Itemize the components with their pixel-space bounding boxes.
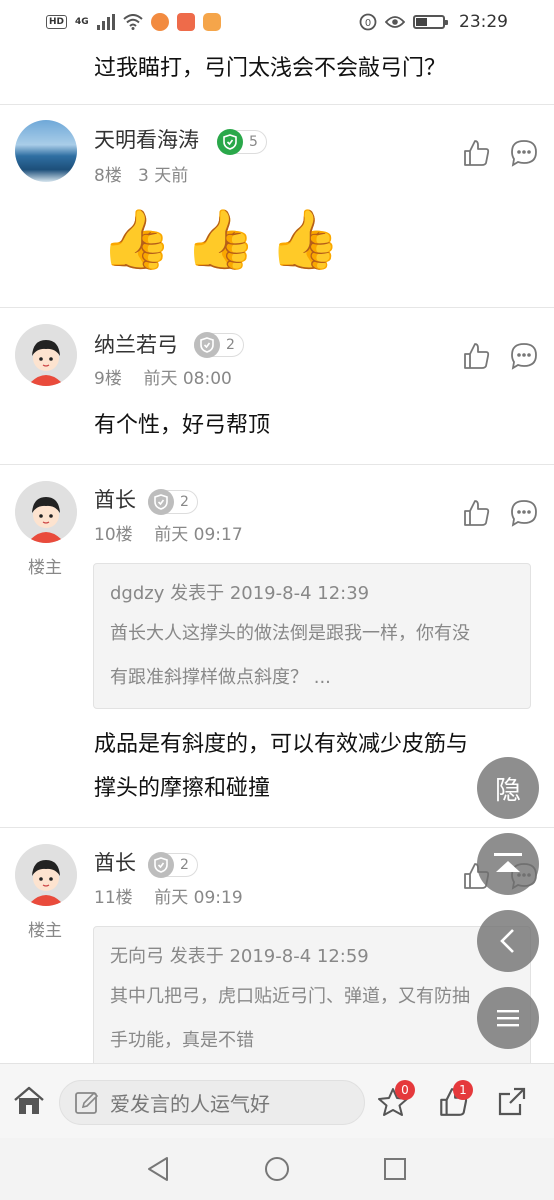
comment-placeholder: 爱发言的人运气好 — [110, 1092, 270, 1116]
avatar[interactable] — [15, 481, 77, 543]
home-icon[interactable] — [13, 1086, 45, 1116]
battery-icon — [413, 15, 448, 29]
thumbs-up-emoji: 👍 — [268, 205, 341, 273]
quote-line: 有跟准斜撑样做点斜度？ ... — [110, 667, 331, 688]
quote-line: 其中几把弓，虎口贴近弓门、弹道，又有防抽 — [110, 986, 470, 1007]
post-meta: 9楼 前天 08:00 — [94, 364, 232, 389]
op-tag: 楼主 — [28, 558, 62, 578]
menu-button[interactable] — [477, 987, 539, 1049]
floor-number: 11楼 — [94, 888, 133, 908]
username[interactable]: 酋长 — [94, 847, 136, 877]
network-type: 4G — [75, 17, 89, 27]
quote-header: dgdzy 发表于 2019-8-4 12:39 — [110, 583, 370, 604]
like-count-badge: 1 — [453, 1080, 473, 1100]
floor-number: 10楼 — [94, 525, 133, 545]
quote-line: 酋长大人这撑头的做法倒是跟我一样，你有没 — [110, 623, 470, 644]
reply-floor-10: 楼主 酋长 2 10楼 前天 09:17 dgdzy 发表于 2019-8-4 … — [0, 464, 554, 828]
comment-icon[interactable] — [509, 498, 539, 528]
data-saver-icon: 0 — [359, 13, 377, 31]
chevron-left-icon — [500, 929, 514, 953]
clock: 23:29 — [459, 12, 508, 32]
quoted-reply[interactable]: 无向弓 发表于 2019-8-4 12:59 其中几把弓，虎口贴近弓门、弹道，又… — [93, 926, 531, 1063]
floor-number: 9楼 — [94, 369, 122, 389]
emoji-content: 👍 👍 👍 — [100, 204, 341, 274]
floor-number: 8楼 — [94, 166, 122, 186]
cartoon-avatar-icon — [15, 844, 77, 906]
like-icon[interactable] — [461, 498, 491, 528]
previous-post-text: 过我瞄打，弓门太浅会不会敲弓门？ — [94, 56, 447, 81]
level-badge: 5 — [217, 129, 267, 155]
post-time: 前天 09:17 — [154, 525, 243, 545]
avatar[interactable] — [15, 844, 77, 906]
bottom-action-bar: 爱发言的人运气好 0 1 — [0, 1063, 554, 1138]
reply-floor-11: 楼主 酋长 2 11楼 前天 09:19 无向弓 发表于 2019-8-4 12… — [0, 827, 554, 1063]
system-navigation-bar — [0, 1138, 554, 1200]
comment-input[interactable]: 爱发言的人运气好 — [59, 1080, 365, 1125]
level-number: 2 — [180, 494, 189, 510]
edit-icon — [75, 1091, 99, 1114]
menu-icon — [497, 1010, 519, 1027]
quote-line: 手功能，真是不错 — [110, 1030, 254, 1051]
status-bar: HD 4G 0 23:29 — [0, 0, 554, 44]
hd-indicator: HD — [46, 15, 68, 29]
quote-header: 无向弓 发表于 2019-8-4 12:59 — [110, 946, 369, 967]
op-tag: 楼主 — [28, 921, 62, 941]
cartoon-avatar-icon — [15, 481, 77, 543]
post-meta: 10楼 前天 09:17 — [94, 520, 243, 545]
content-line: 撑头的摩擦和碰撞 — [94, 776, 271, 801]
share-icon[interactable] — [496, 1086, 528, 1118]
level-badge: 2 — [194, 332, 244, 358]
scroll-top-icon — [494, 853, 522, 872]
post-content: 成品是有斜度的，可以有效减少皮筋与 撑头的摩擦和碰撞 — [94, 726, 468, 808]
post-time: 前天 08:00 — [143, 369, 232, 389]
avatar[interactable] — [15, 120, 77, 182]
level-badge: 2 — [148, 852, 198, 878]
nav-back-icon[interactable] — [146, 1156, 170, 1182]
app-notification-icon — [150, 13, 169, 31]
back-button[interactable] — [477, 910, 539, 972]
reply-floor-8: 天明看海涛 5 8楼 3 天前 👍 👍 👍 — [0, 104, 554, 308]
favorite-count-badge: 0 — [395, 1080, 415, 1100]
post-time: 3 天前 — [138, 166, 189, 186]
status-left: HD 4G — [46, 13, 221, 31]
username[interactable]: 天明看海涛 — [94, 124, 199, 154]
level-number: 2 — [226, 337, 235, 353]
hide-button[interactable]: 隐 — [477, 757, 539, 819]
level-number: 5 — [249, 134, 258, 150]
shield-icon — [217, 129, 243, 155]
wifi-icon — [123, 14, 143, 30]
like-icon[interactable] — [461, 138, 491, 168]
username[interactable]: 酋长 — [94, 484, 136, 514]
thumbs-up-emoji: 👍 — [100, 205, 173, 273]
shield-icon — [148, 852, 174, 878]
heart-app-icon — [202, 13, 221, 31]
shield-icon — [194, 332, 220, 358]
level-badge: 2 — [148, 489, 198, 515]
nav-recents-icon[interactable] — [383, 1157, 407, 1181]
username[interactable]: 纳兰若弓 — [94, 329, 178, 359]
thumbs-up-emoji: 👍 — [184, 205, 257, 273]
svg-text:0: 0 — [365, 18, 371, 29]
comment-icon[interactable] — [509, 138, 539, 168]
quoted-reply[interactable]: dgdzy 发表于 2019-8-4 12:39 酋长大人这撑头的做法倒是跟我一… — [93, 563, 531, 709]
video-app-icon — [176, 13, 195, 31]
nav-home-icon[interactable] — [264, 1156, 290, 1182]
post-meta: 11楼 前天 09:19 — [94, 883, 243, 908]
shield-icon — [148, 489, 174, 515]
comment-icon[interactable] — [509, 341, 539, 371]
content-line: 成品是有斜度的，可以有效减少皮筋与 — [94, 732, 469, 757]
eye-icon — [385, 16, 405, 28]
scroll-top-button[interactable] — [477, 833, 539, 895]
post-content: 有个性，好弓帮顶 — [94, 413, 271, 438]
signal-icon — [96, 14, 115, 30]
cartoon-avatar-icon — [15, 324, 77, 386]
level-number: 2 — [180, 857, 189, 873]
post-time: 前天 09:19 — [154, 888, 243, 908]
reply-floor-9: 纳兰若弓 2 9楼 前天 08:00 有个性，好弓帮顶 — [0, 307, 554, 465]
like-icon[interactable] — [461, 341, 491, 371]
avatar[interactable] — [15, 324, 77, 386]
status-right: 0 23:29 — [359, 12, 508, 32]
post-meta: 8楼 3 天前 — [94, 161, 188, 186]
